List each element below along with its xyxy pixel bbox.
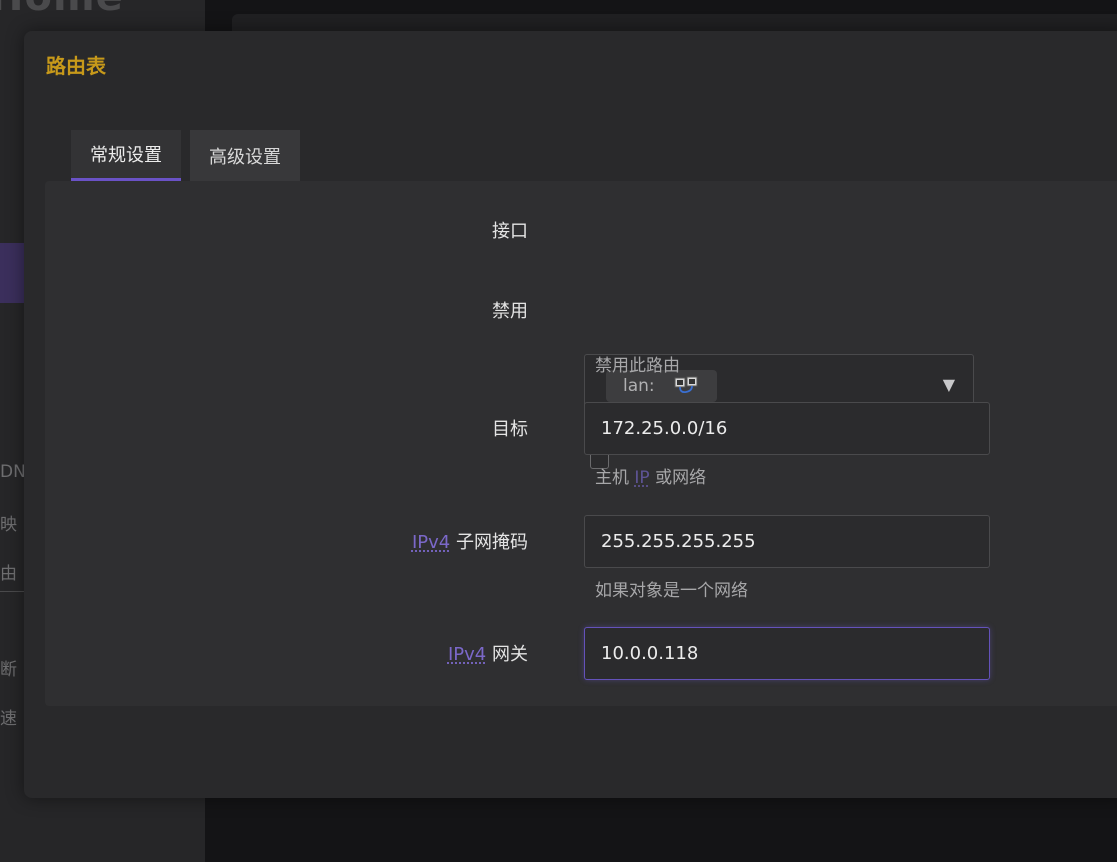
- background-nav-item: 由: [0, 564, 17, 584]
- target-input[interactable]: 172.25.0.0/16: [584, 402, 990, 455]
- interface-label: 接口: [492, 221, 528, 242]
- target-help: 主机 IP 或网络: [595, 463, 706, 488]
- netmask-input[interactable]: 255.255.255.255: [584, 515, 990, 568]
- netmask-help: 如果对象是一个网络: [595, 581, 748, 601]
- disable-help: 禁用此路由: [595, 356, 680, 376]
- background-nav-item: 速: [0, 709, 17, 729]
- route-modal: 路由表 常规设置 高级设置 接口 lan: ▼ 禁用 禁用此路由 目标 172.…: [24, 31, 1117, 798]
- background-logo: Home: [0, 0, 124, 20]
- chevron-down-icon[interactable]: ▼: [943, 375, 955, 394]
- target-help-prefix: 主机: [595, 468, 629, 488]
- target-help-suffix: 或网络: [655, 468, 707, 488]
- ip-abbr: IP: [634, 468, 650, 488]
- background-active-item: [0, 243, 24, 303]
- target-label: 目标: [492, 419, 528, 440]
- tab-advanced-settings[interactable]: 高级设置: [190, 130, 300, 181]
- disable-label: 禁用: [492, 301, 528, 322]
- background-nav-item: 映: [0, 515, 17, 535]
- gateway-label: IPv4 网关: [448, 640, 528, 666]
- ipv4-abbr: IPv4: [447, 644, 487, 665]
- modal-title: 路由表: [46, 54, 106, 78]
- interface-chip-text: lan:: [623, 376, 655, 396]
- netmask-label-text: 子网掩码: [456, 532, 528, 553]
- ipv4-abbr: IPv4: [411, 532, 451, 553]
- background-nav-item: 断: [0, 660, 17, 680]
- netmask-label: IPv4 子网掩码: [412, 528, 528, 554]
- background-divider: [0, 591, 24, 592]
- gateway-label-text: 网关: [492, 644, 528, 665]
- tab-general-settings[interactable]: 常规设置: [71, 130, 181, 181]
- network-ports-icon: [674, 376, 698, 394]
- background-nav-item: DN: [0, 462, 26, 482]
- gateway-input[interactable]: 10.0.0.118: [584, 627, 990, 680]
- settings-panel: 接口 lan: ▼ 禁用 禁用此路由 目标 172.25.0.0/16 主机 I…: [45, 181, 1117, 706]
